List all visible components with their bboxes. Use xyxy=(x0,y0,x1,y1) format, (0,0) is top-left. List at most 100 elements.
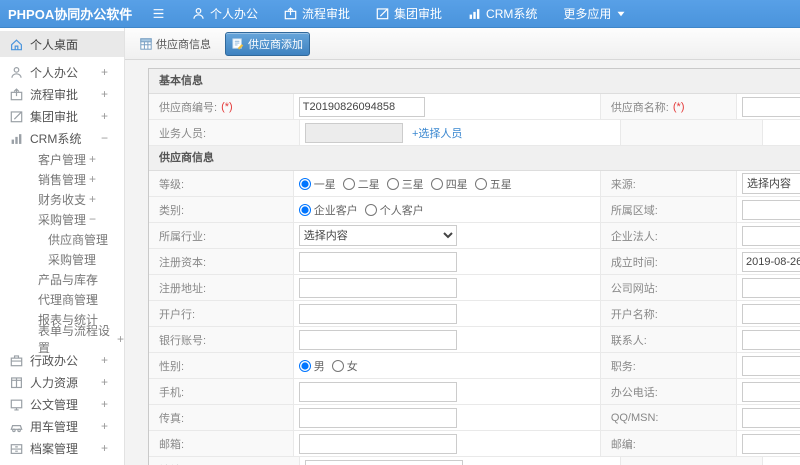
select-input[interactable]: 选择内容 xyxy=(742,173,800,194)
radio-option[interactable]: 企业客户 xyxy=(298,202,358,218)
expand-toggle[interactable]: − xyxy=(101,131,108,145)
expand-toggle[interactable]: + xyxy=(89,272,96,286)
expand-toggle[interactable]: + xyxy=(89,172,96,186)
required-marker: (*) xyxy=(672,100,685,113)
sidebar-item[interactable]: 个人办公 + xyxy=(0,61,124,83)
label-cell: 邮箱: xyxy=(149,431,294,456)
sidebar-item[interactable]: 供应商管理 xyxy=(0,229,124,249)
text-input[interactable] xyxy=(742,225,800,246)
text-input[interactable] xyxy=(298,407,457,428)
text-input[interactable] xyxy=(742,407,800,428)
expand-toggle[interactable]: + xyxy=(117,332,124,346)
topnav-item[interactable]: 集团审批 xyxy=(363,0,455,28)
chart-icon xyxy=(10,132,23,145)
radio-option[interactable]: 女 xyxy=(331,358,358,374)
radio-option[interactable]: 四星 xyxy=(430,176,468,192)
text-input[interactable] xyxy=(742,199,800,220)
sidebar-item[interactable]: 采购管理 xyxy=(0,249,124,269)
radio-input[interactable] xyxy=(474,177,487,190)
expand-toggle[interactable]: + xyxy=(101,419,108,433)
text-input[interactable] xyxy=(298,96,425,117)
expand-toggle[interactable]: − xyxy=(89,212,96,226)
expand-toggle[interactable]: + xyxy=(101,109,108,123)
select-input[interactable]: 选择内容 xyxy=(298,225,457,246)
radio-option[interactable]: 一星 xyxy=(298,176,336,192)
text-input[interactable] xyxy=(742,381,800,402)
label-cell: 业务人员: xyxy=(149,120,300,145)
user-icon xyxy=(193,8,204,19)
label-cell: 联系人: xyxy=(600,327,737,352)
menu-toggle-icon[interactable] xyxy=(152,7,165,20)
radio-input[interactable] xyxy=(298,203,311,216)
radio-input[interactable] xyxy=(298,177,311,190)
sidebar-item[interactable]: 档案管理 + xyxy=(0,437,124,459)
text-input[interactable] xyxy=(298,303,457,324)
field-label: 所属行业: xyxy=(159,230,207,243)
radio-input[interactable] xyxy=(364,203,377,216)
topnav-item[interactable]: 流程审批 xyxy=(271,0,363,28)
radio-option[interactable]: 男 xyxy=(298,358,325,374)
text-input[interactable] xyxy=(742,251,800,272)
expand-toggle[interactable]: + xyxy=(101,353,108,367)
text-input[interactable] xyxy=(742,277,800,298)
text-input[interactable] xyxy=(298,251,457,272)
sidebar-item[interactable]: 集团审批 + xyxy=(0,105,124,127)
sidebar-item-label: 集团审批 xyxy=(30,109,79,124)
text-input[interactable] xyxy=(298,277,457,298)
sidebar-item[interactable]: 代理商管理 + xyxy=(0,289,124,309)
tab-supplier-add[interactable]: 供应商添加 xyxy=(225,31,310,56)
text-input[interactable] xyxy=(298,329,457,350)
sidebar-item[interactable]: 财务收支 + xyxy=(0,189,124,209)
select-person-link[interactable]: +选择人员 xyxy=(412,125,462,141)
topnav-item[interactable]: 个人办公 xyxy=(179,0,271,28)
car-icon xyxy=(10,424,23,432)
field-cell xyxy=(294,327,601,352)
sidebar-item[interactable]: 用车管理 + xyxy=(0,415,124,437)
radio-input[interactable] xyxy=(342,177,355,190)
text-input[interactable] xyxy=(298,381,457,402)
text-input[interactable] xyxy=(742,433,800,454)
text-input[interactable] xyxy=(305,122,403,143)
sidebar-item[interactable]: CRM系统 − xyxy=(0,127,124,149)
text-input[interactable] xyxy=(742,329,800,350)
radio-option[interactable]: 五星 xyxy=(474,176,512,192)
sidebar-item[interactable]: 客户管理 + xyxy=(0,149,124,169)
expand-toggle[interactable]: + xyxy=(101,65,108,79)
expand-toggle[interactable]: + xyxy=(101,397,108,411)
sidebar-item[interactable]: 销售管理 + xyxy=(0,169,124,189)
text-input[interactable] xyxy=(298,433,457,454)
radio-option[interactable]: 个人客户 xyxy=(364,202,424,218)
radio-option[interactable]: 三星 xyxy=(386,176,424,192)
expand-toggle[interactable]: + xyxy=(89,152,96,166)
radio-input[interactable] xyxy=(331,359,344,372)
radio-input[interactable] xyxy=(386,177,399,190)
tab-supplier-info[interactable]: 供应商信息 xyxy=(134,33,217,55)
sidebar-item[interactable]: 表单与流程设置 + xyxy=(0,324,124,355)
radio-input[interactable] xyxy=(430,177,443,190)
expand-toggle[interactable]: + xyxy=(89,292,96,306)
label-cell: 职务: xyxy=(600,353,737,378)
sidebar-item[interactable]: 人力资源 + xyxy=(0,371,124,393)
topnav-item[interactable]: 更多应用 xyxy=(550,0,638,28)
field-label: 开户名称: xyxy=(610,308,658,321)
sidebar-item[interactable]: 采购管理 − xyxy=(0,209,124,229)
expand-toggle[interactable]: + xyxy=(101,87,108,101)
sidebar-item[interactable]: 公文管理 + xyxy=(0,393,124,415)
radio-input[interactable] xyxy=(298,359,311,372)
sidebar-item[interactable]: 行政办公 + xyxy=(0,349,124,371)
expand-toggle[interactable]: + xyxy=(101,375,108,389)
expand-toggle[interactable]: + xyxy=(101,441,108,455)
text-input[interactable] xyxy=(742,303,800,324)
sidebar-item[interactable]: 个人桌面 xyxy=(0,31,124,57)
topnav-item[interactable]: CRM系统 xyxy=(455,0,550,28)
radio-option[interactable]: 二星 xyxy=(342,176,380,192)
text-input[interactable] xyxy=(742,355,800,376)
radio-label: 二星 xyxy=(357,178,380,191)
workflow-icon xyxy=(10,87,23,101)
form-row: 传真: QQ/MSN: xyxy=(149,405,800,431)
text-input[interactable] xyxy=(742,96,800,117)
expand-toggle[interactable]: + xyxy=(89,192,96,206)
sidebar-item[interactable]: 产品与库存 + xyxy=(0,269,124,289)
text-input[interactable] xyxy=(305,459,463,465)
sidebar-item[interactable]: 流程审批 + xyxy=(0,83,124,105)
